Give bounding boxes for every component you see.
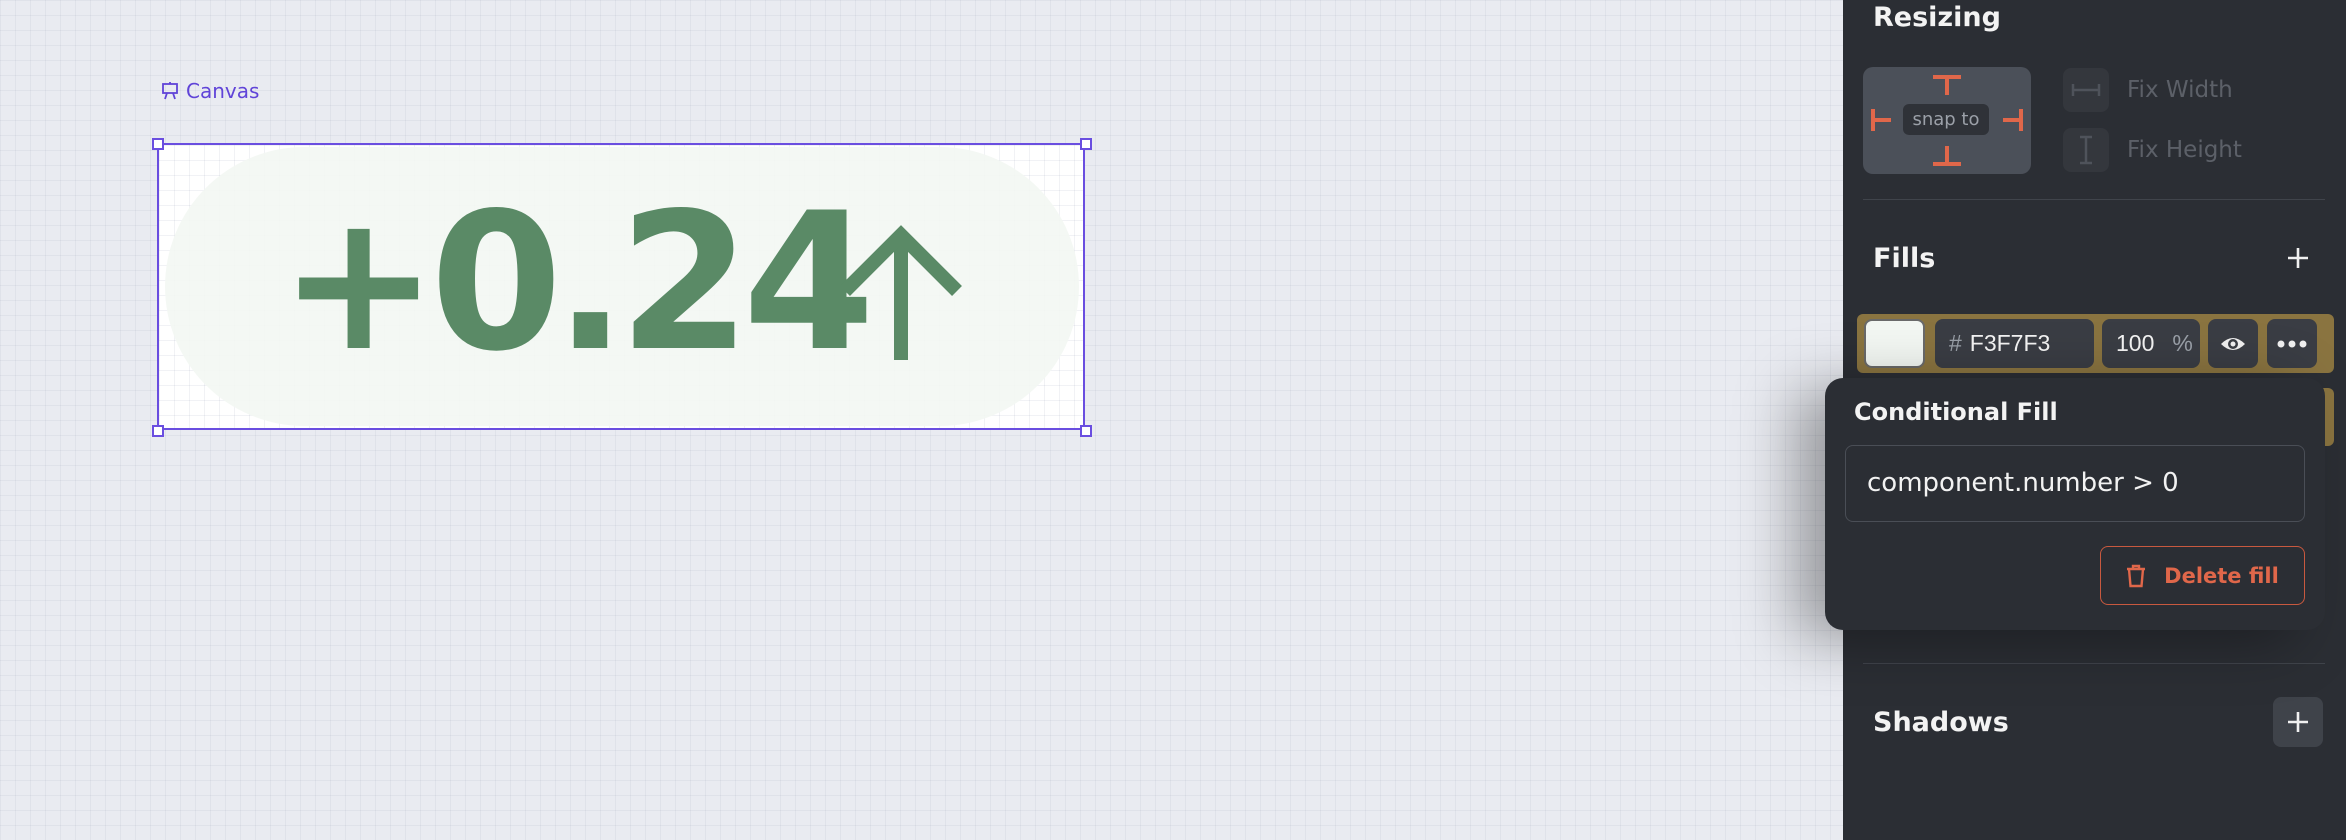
component-number-text: +0.24 <box>279 172 875 393</box>
add-shadow-button[interactable] <box>2273 697 2323 747</box>
fix-width-label: Fix Width <box>2127 77 2233 103</box>
resizing-title: Resizing <box>1873 2 2001 33</box>
condition-input[interactable]: component.number > 0 <box>1845 445 2305 522</box>
trash-icon <box>2127 564 2146 587</box>
fill-hex-input[interactable]: # F3F7F3 <box>1935 319 2094 368</box>
canvas-frame-label[interactable]: Canvas <box>160 79 259 103</box>
plus-icon <box>2288 248 2308 268</box>
resize-handle-bottom-left[interactable] <box>152 425 164 437</box>
section-divider <box>1863 663 2325 664</box>
hex-hash-label: # <box>1949 330 1962 356</box>
delete-fill-button[interactable]: Delete fill <box>2100 546 2305 605</box>
canvas-label-text: Canvas <box>186 79 260 103</box>
fill-more-button[interactable] <box>2267 319 2317 368</box>
fills-title: Fills <box>1873 243 1936 274</box>
fix-height-icon <box>2063 128 2109 172</box>
easel-icon <box>162 82 178 100</box>
resize-handle-top-left[interactable] <box>152 138 164 150</box>
snap-to-control[interactable]: snap to <box>1863 67 2031 174</box>
arrow-up-icon <box>840 225 962 360</box>
snap-to-label: snap to <box>1903 104 1989 135</box>
fill-opacity-input[interactable]: 100 % <box>2102 319 2200 368</box>
toggle-visibility-button[interactable] <box>2208 319 2258 368</box>
delete-fill-label: Delete fill <box>2164 563 2279 588</box>
conditional-fill-popover: Conditional Fill component.number > 0 De… <box>1825 378 2325 630</box>
fix-height-label: Fix Height <box>2127 137 2242 163</box>
eye-icon <box>2221 337 2245 350</box>
popover-title: Conditional Fill <box>1854 398 2058 426</box>
resize-handle-bottom-right[interactable] <box>1080 425 1092 437</box>
fill-row[interactable]: # F3F7F3 100 % <box>1857 314 2334 373</box>
canvas-area[interactable]: Canvas +0.24 <box>0 0 1843 840</box>
fix-width-toggle[interactable]: Fix Width <box>2063 68 2233 112</box>
fix-width-icon <box>2063 68 2109 112</box>
hex-value: F3F7F3 <box>1969 330 2051 356</box>
shadows-title: Shadows <box>1873 707 2009 738</box>
opacity-percent-label: % <box>2172 330 2193 356</box>
add-fill-button[interactable] <box>2273 233 2323 283</box>
selected-component-frame[interactable]: +0.24 <box>157 143 1085 430</box>
section-divider <box>1863 199 2325 200</box>
fix-height-toggle[interactable]: Fix Height <box>2063 128 2242 172</box>
plus-icon <box>2288 712 2308 732</box>
resize-handle-top-right[interactable] <box>1080 138 1092 150</box>
more-icon <box>2277 340 2307 347</box>
opacity-value: 100 <box>2116 330 2155 356</box>
fill-color-swatch[interactable] <box>1864 319 1925 368</box>
